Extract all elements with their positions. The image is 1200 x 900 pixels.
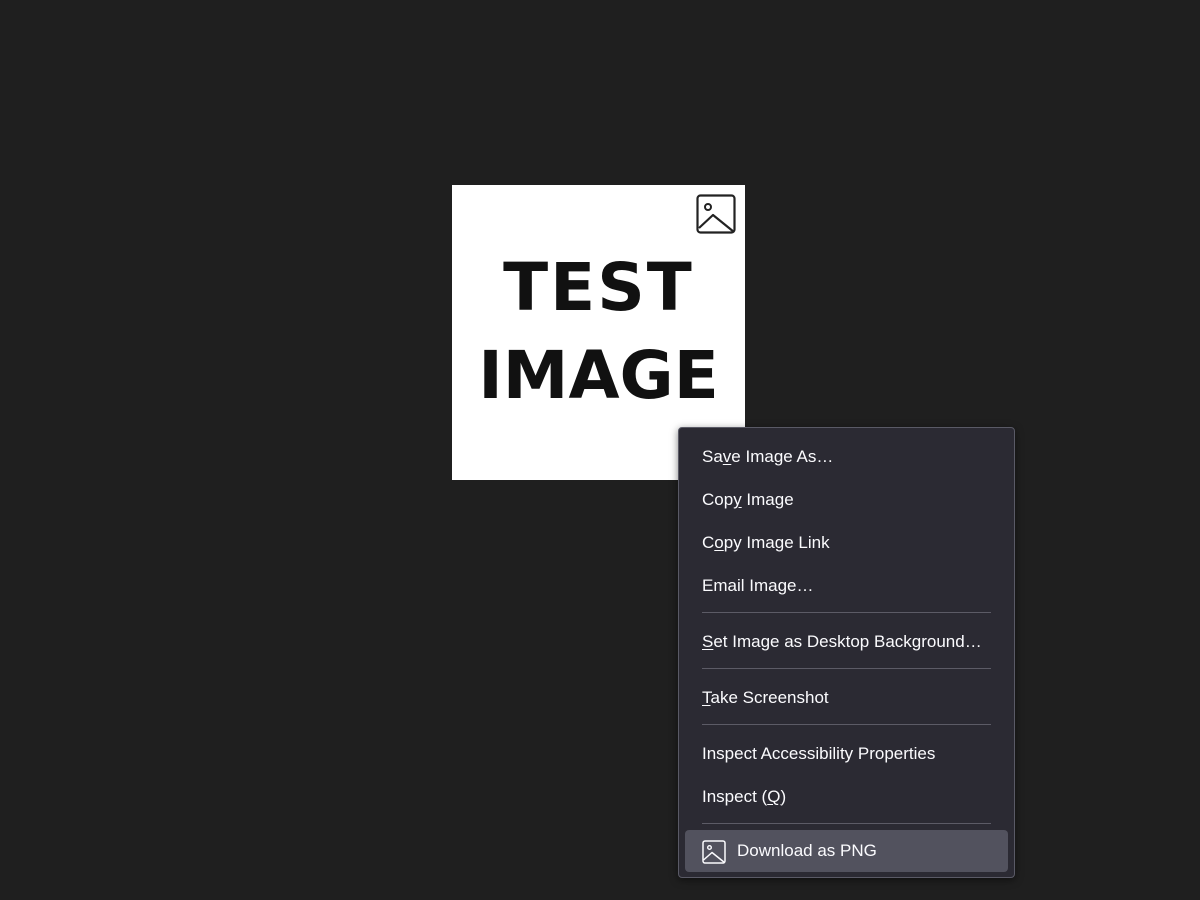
menu-item-accesskey: o	[714, 533, 724, 552]
menu-item-label: Cop	[702, 490, 734, 509]
menu-separator	[702, 668, 991, 669]
page-background: TEST IMAGE Save Image As… Copy Image Cop…	[0, 0, 1200, 900]
menu-item-label: C	[702, 533, 715, 552]
menu-item-label: Inspect (	[702, 787, 768, 806]
menu-item-label: py Image Link	[723, 533, 830, 552]
menu-item-save-image-as[interactable]: Save Image As…	[685, 438, 1008, 476]
menu-item-label: Download as PNG	[737, 841, 877, 860]
menu-item-label: Email Image…	[702, 576, 814, 595]
menu-separator	[702, 612, 991, 613]
image-icon	[696, 194, 736, 234]
menu-item-accesskey: T	[702, 688, 711, 707]
menu-item-set-desktop-background[interactable]: Set Image as Desktop Background…	[685, 623, 1008, 661]
menu-item-accesskey: y	[733, 490, 742, 509]
menu-item-label: Inspect Accessibility Properties	[702, 744, 936, 763]
context-menu: Save Image As… Copy Image Copy Image Lin…	[678, 427, 1015, 878]
image-text-line2: IMAGE	[478, 337, 719, 414]
menu-item-email-image[interactable]: Email Image…	[685, 567, 1008, 605]
menu-item-inspect[interactable]: Inspect (Q)	[685, 778, 1008, 816]
menu-separator	[702, 724, 991, 725]
menu-item-label: e Image As…	[731, 447, 834, 466]
menu-item-label: et Image as Desktop Background…	[713, 632, 982, 651]
menu-separator	[702, 823, 991, 824]
menu-item-label: )	[780, 787, 787, 806]
menu-item-copy-image[interactable]: Copy Image	[685, 481, 1008, 519]
image-text-line1: TEST	[503, 249, 694, 326]
menu-item-label: ake Screenshot	[710, 688, 829, 707]
menu-item-copy-image-link[interactable]: Copy Image Link	[685, 524, 1008, 562]
menu-item-label: Sa	[702, 447, 723, 466]
menu-item-download-as-png[interactable]: Download as PNG	[685, 830, 1008, 872]
menu-item-accesskey: S	[702, 632, 714, 651]
image-icon	[702, 840, 726, 864]
menu-item-accesskey: Q	[767, 787, 781, 806]
menu-item-inspect-accessibility[interactable]: Inspect Accessibility Properties	[685, 735, 1008, 773]
menu-item-label: Image	[741, 490, 794, 509]
menu-item-take-screenshot[interactable]: Take Screenshot	[685, 679, 1008, 717]
